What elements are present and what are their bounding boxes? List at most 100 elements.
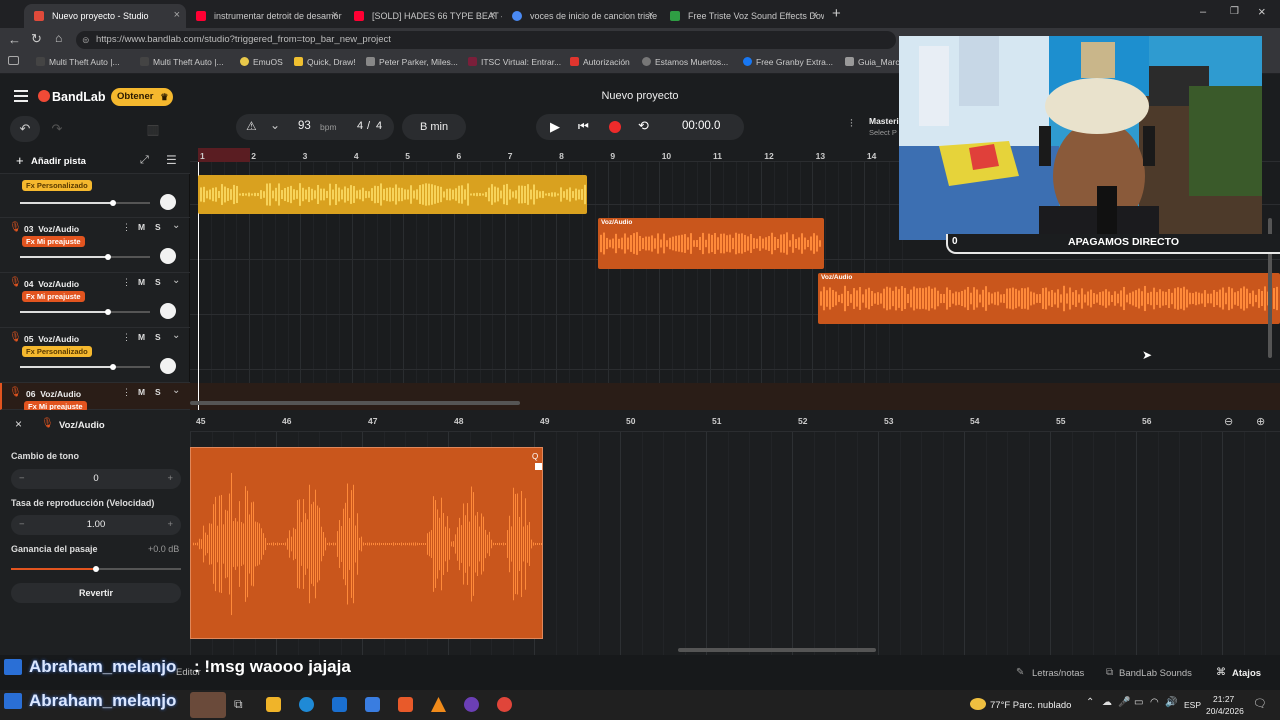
close-tab-icon[interactable]: × [812,9,818,21]
tab-instrumentar[interactable]: instrumentar detroit de desamor - × [186,4,344,28]
track-menu-icon[interactable]: ⋮ [122,277,131,288]
pan-knob[interactable] [160,248,176,264]
mute-button[interactable]: M [138,332,145,342]
bookmark-estamos-muertos[interactable]: Estamos Muertos... [642,57,728,67]
horizontal-scrollbar[interactable] [190,401,520,405]
language-indicator[interactable]: ESP [1184,700,1201,710]
site-info-icon[interactable]: ⊜ [82,31,90,49]
editor-ruler[interactable]: 45 46 47 48 49 50 51 52 53 54 55 56 ⊖ ⊕ [190,410,1280,432]
tray-chevron-icon[interactable]: ⌃ [1086,697,1094,708]
plus-icon[interactable]: + [16,153,24,168]
chevron-down-icon[interactable]: ⌄ [172,330,180,341]
mute-button[interactable]: M [138,277,145,287]
back-arrow-icon[interactable]: ← [8,32,21,47]
skip-back-icon[interactable]: ⏮ [578,119,589,134]
bookmark-peter-parker[interactable]: Peter Parker, Miles... [366,57,458,67]
increment-button[interactable]: + [167,515,173,535]
audio-clip[interactable]: Voz/Audio [818,273,1280,324]
tab-free-triste[interactable]: Free Triste Voz Sound Effects Dow × [660,4,824,28]
time-sig-numerator[interactable]: 4 [357,120,363,132]
fx-tag[interactable]: Fx Personalizado [22,180,92,191]
clip-trim-handle[interactable] [535,463,542,470]
obs-icon[interactable] [464,697,479,712]
file-explorer-icon[interactable] [266,697,281,712]
fx-tag[interactable]: Fx Personalizado [22,346,92,357]
close-window-icon[interactable]: × [1258,4,1266,19]
track-menu-icon[interactable]: ⋮ [122,387,131,398]
pitch-value[interactable]: 0 [93,473,98,484]
chevron-down-icon[interactable]: ⌄ [270,118,280,132]
rate-stepper[interactable]: − 1.00 + [11,515,181,535]
bookmark-autorizacion[interactable]: Autorización [570,57,630,67]
bookmark-itsc[interactable]: ITSC Virtual: Entrar... [468,57,561,67]
bookmark-emuos[interactable]: EmuOS [240,57,283,67]
chevron-down-icon[interactable]: ⌄ [172,385,180,396]
pan-knob[interactable] [160,194,176,210]
clock-date[interactable]: 20/4/2026 [1206,706,1244,716]
notification-icon[interactable]: 🗨 [1253,697,1267,710]
close-tab-icon[interactable]: × [332,9,338,21]
key-selector[interactable]: B min [402,114,466,140]
store-icon[interactable] [332,697,347,712]
automation-icon[interactable]: ⤢ [140,154,149,167]
weather-text[interactable]: 77°F Parc. nublado [990,700,1071,711]
rate-value[interactable]: 1.00 [87,519,106,530]
clock-time[interactable]: 21:27 [1213,694,1234,704]
undo-icon[interactable]: ↶ [10,116,40,142]
bookmark-guia-marco[interactable]: Guia_Marco [845,57,904,67]
chevron-down-icon[interactable]: ⌄ [172,220,180,231]
revert-button[interactable]: Revertir [11,583,181,603]
cloud-icon[interactable]: ☁ [1102,697,1112,708]
mixer-icon[interactable]: ▥ [140,116,166,142]
bandlab-sounds-button[interactable]: BandLab Sounds [1119,668,1192,679]
volume-slider[interactable] [20,200,150,206]
pan-knob[interactable] [160,303,176,319]
solo-button[interactable]: S [155,222,161,232]
increment-button[interactable]: + [167,469,173,489]
mute-button[interactable]: M [138,222,145,232]
close-editor-icon[interactable]: × [15,417,22,431]
solo-button[interactable]: S [155,387,161,397]
chrome-icon[interactable] [497,697,512,712]
record-icon[interactable] [609,121,621,133]
close-tab-icon[interactable]: × [174,9,180,21]
bookmark-mta-1[interactable]: Multi Theft Auto |... [36,57,120,67]
track-menu-icon[interactable]: ⋮ [122,222,131,233]
play-icon[interactable]: ▶ [550,119,560,135]
decrement-button[interactable]: − [19,469,25,489]
track-row[interactable]: Fx Personalizado [0,174,190,218]
volume-slider[interactable] [20,254,150,260]
volume-slider[interactable] [20,364,150,370]
new-tab-icon[interactable]: + [832,5,841,22]
reload-icon[interactable]: ↻ [31,31,42,47]
decrement-button[interactable]: − [19,515,25,535]
loop-region[interactable] [198,148,250,162]
mute-button[interactable]: M [138,387,145,397]
bookmark-quickdraw[interactable]: Quick, Draw! [294,57,356,67]
vlc-icon[interactable] [431,697,446,712]
tab-hades[interactable]: [SOLD] HADES 66 TYPE BEAT – "T × [344,4,502,28]
redo-icon[interactable]: ↷ [44,116,70,142]
pan-knob[interactable] [160,358,176,374]
edge-icon[interactable] [299,697,314,712]
tab-voces[interactable]: voces de inicio de cancion triste - × [502,4,660,28]
mastering-icon[interactable]: ⫶ [850,118,853,131]
metronome-icon[interactable]: ⚠ [246,119,257,133]
loop-icon[interactable]: ⟲ [638,118,649,134]
wifi-icon[interactable]: ◠ [1150,697,1159,708]
fx-tag[interactable]: Fx Mi preajuste [22,291,85,302]
shortcuts-button[interactable]: Atajos [1232,668,1261,679]
close-tab-icon[interactable]: × [648,9,654,21]
task-view-icon[interactable]: ⧉ [234,697,243,712]
solo-button[interactable]: S [155,277,161,287]
restore-icon[interactable]: ❐ [1230,6,1239,17]
editor-audio-clip[interactable]: Q [190,447,543,639]
home-icon[interactable]: ⌂ [55,31,62,45]
close-tab-icon[interactable]: × [490,9,496,21]
audio-clip[interactable] [198,175,587,214]
zoom-out-icon[interactable]: ⊖ [1224,415,1233,428]
loop-handle-icon[interactable]: Q [532,452,538,461]
bpm-value[interactable]: 93 [298,120,311,132]
zoom-in-icon[interactable]: ⊕ [1256,415,1265,428]
track-settings-icon[interactable]: ☰ [166,153,177,167]
